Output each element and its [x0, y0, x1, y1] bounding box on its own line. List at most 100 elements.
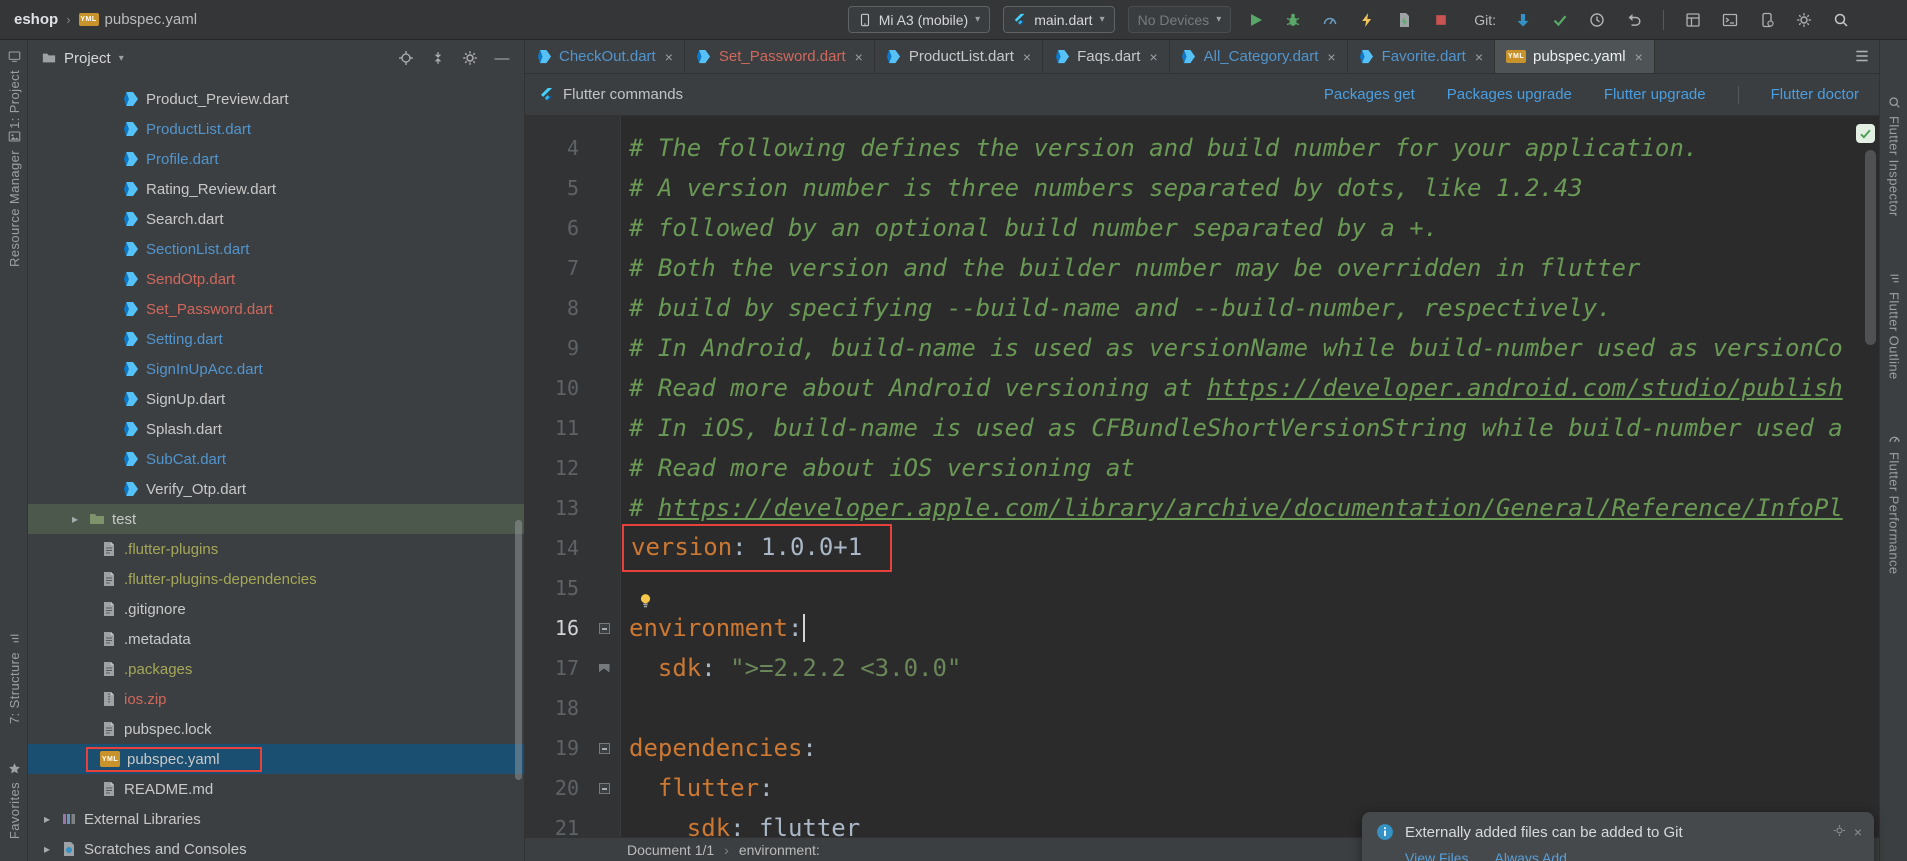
rollback-button[interactable]: [1622, 8, 1646, 32]
breadcrumb-project[interactable]: eshop: [14, 11, 58, 28]
comment-hyperlink[interactable]: https://developer.android.com/studio/pub…: [1207, 374, 1843, 402]
editor-line-6[interactable]: 6# followed by an optional build number …: [525, 208, 1865, 248]
sdk-manager-button[interactable]: [1792, 8, 1816, 32]
tab-checkout-dart[interactable]: CheckOut.dart×: [525, 40, 685, 73]
fold-end-icon[interactable]: [599, 664, 610, 673]
profile-button[interactable]: [1318, 8, 1342, 32]
tab-productlist-dart[interactable]: ProductList.dart×: [875, 40, 1043, 73]
tree-item-rating-review-dart[interactable]: Rating_Review.dart: [28, 174, 524, 204]
hot-reload-button[interactable]: [1355, 8, 1379, 32]
fold-open-icon[interactable]: [599, 783, 610, 794]
packages-get-link[interactable]: Packages get: [1324, 86, 1415, 103]
editor-line-20[interactable]: 20 flutter:: [525, 768, 1865, 808]
close-icon[interactable]: ×: [1635, 49, 1643, 65]
close-icon[interactable]: ×: [1327, 49, 1335, 65]
device-selector[interactable]: Mi A3 (mobile) ▾: [848, 6, 991, 33]
editor-line-14[interactable]: 14version: 1.0.0+1: [525, 528, 1865, 568]
editor-line-4[interactable]: 4# The following defines the version and…: [525, 128, 1865, 168]
tab-all-category-dart[interactable]: All_Category.dart×: [1170, 40, 1348, 73]
tree-item-gitignore[interactable]: .gitignore: [28, 594, 524, 624]
collapse-all-button[interactable]: [426, 46, 450, 70]
run-config-selector[interactable]: main.dart ▾: [1003, 6, 1114, 33]
tree-item-test[interactable]: ▸test: [28, 504, 524, 534]
tree-item-metadata[interactable]: .metadata: [28, 624, 524, 654]
history-button[interactable]: [1585, 8, 1609, 32]
editor-line-10[interactable]: 10# Read more about Android versioning a…: [525, 368, 1865, 408]
chevron-down-icon[interactable]: ▾: [119, 53, 124, 64]
editor-line-17[interactable]: 17 sdk: ">=2.2.2 <3.0.0": [525, 648, 1865, 688]
tree-item-ios-zip[interactable]: ios.zip: [28, 684, 524, 714]
notification-link-view-files[interactable]: View Files: [1405, 850, 1469, 861]
notification-link-always-add[interactable]: Always Add: [1495, 850, 1567, 861]
editor-line-16[interactable]: 16environment:: [525, 608, 1865, 648]
notification-settings-gear-icon[interactable]: [1833, 824, 1846, 837]
breadcrumb-element[interactable]: environment:: [739, 842, 820, 858]
debug-button[interactable]: [1281, 8, 1305, 32]
tree-item-profile-dart[interactable]: Profile.dart: [28, 144, 524, 174]
tree-item-search-dart[interactable]: Search.dart: [28, 204, 524, 234]
close-icon[interactable]: ×: [665, 49, 673, 65]
tool-button-7-structure[interactable]: 7: Structure: [0, 632, 28, 724]
tree-item-readme-md[interactable]: README.md: [28, 774, 524, 804]
packages-upgrade-link[interactable]: Packages upgrade: [1447, 86, 1572, 103]
tree-item-external-libraries[interactable]: ▸External Libraries: [28, 804, 524, 834]
tree-item-packages[interactable]: .packages: [28, 654, 524, 684]
editor-line-15[interactable]: 15: [525, 568, 1865, 608]
tree-item-setting-dart[interactable]: Setting.dart: [28, 324, 524, 354]
fold-open-icon[interactable]: [599, 623, 610, 634]
locate-file-button[interactable]: [394, 46, 418, 70]
terminal-button[interactable]: [1718, 8, 1742, 32]
git-update-button[interactable]: [1511, 8, 1535, 32]
tree-item-flutter-plugins[interactable]: .flutter-plugins: [28, 534, 524, 564]
close-icon[interactable]: ×: [1149, 49, 1157, 65]
project-structure-button[interactable]: [1681, 8, 1705, 32]
editor-line-8[interactable]: 8# build by specifying --build-name and …: [525, 288, 1865, 328]
editor-line-13[interactable]: 13# https://developer.apple.com/library/…: [525, 488, 1865, 528]
tab-set-password-dart[interactable]: Set_Password.dart×: [685, 40, 875, 73]
tree-item-set-password-dart[interactable]: Set_Password.dart: [28, 294, 524, 324]
editor-line-7[interactable]: 7# Both the version and the builder numb…: [525, 248, 1865, 288]
search-everywhere-button[interactable]: [1829, 8, 1853, 32]
tool-button-favorites[interactable]: Favorites: [0, 762, 28, 839]
fold-open-icon[interactable]: [599, 743, 610, 754]
editor-line-12[interactable]: 12# Read more about iOS versioning at: [525, 448, 1865, 488]
hidden-tabs-menu-icon[interactable]: [1853, 47, 1871, 65]
tree-item-sectionlist-dart[interactable]: SectionList.dart: [28, 234, 524, 264]
editor-scrollbar[interactable]: [1865, 150, 1876, 345]
tool-button-1-project[interactable]: 1: Project: [0, 50, 28, 129]
flutter-device-selector[interactable]: No Devices ▾: [1128, 6, 1232, 33]
editor-line-11[interactable]: 11# In iOS, build-name is used as CFBund…: [525, 408, 1865, 448]
tree-item-flutter-plugins-dependencies[interactable]: .flutter-plugins-dependencies: [28, 564, 524, 594]
tree-item-signinupacc-dart[interactable]: SignInUpAcc.dart: [28, 354, 524, 384]
editor-line-19[interactable]: 19dependencies:: [525, 728, 1865, 768]
project-tree-scrollbar[interactable]: [515, 520, 522, 780]
editor-line-5[interactable]: 5# A version number is three numbers sep…: [525, 168, 1865, 208]
intention-bulb-icon[interactable]: [637, 581, 654, 598]
run-button[interactable]: [1244, 8, 1268, 32]
tree-item-splash-dart[interactable]: Splash.dart: [28, 414, 524, 444]
hot-restart-button[interactable]: [1392, 8, 1416, 32]
tool-button-flutter-performance[interactable]: Flutter Performance: [1880, 432, 1907, 574]
tree-item-scratches-and-consoles[interactable]: ▸Scratches and Consoles: [28, 834, 524, 861]
tree-item-productlist-dart[interactable]: ProductList.dart: [28, 114, 524, 144]
settings-gear-icon[interactable]: [458, 46, 482, 70]
notification-close-icon[interactable]: ×: [1854, 824, 1862, 840]
tool-button-flutter-inspector[interactable]: Flutter Inspector: [1880, 96, 1907, 217]
hide-panel-button[interactable]: —: [490, 46, 514, 70]
flutter-doctor-link[interactable]: Flutter doctor: [1771, 86, 1859, 103]
editor-content[interactable]: 4# The following defines the version and…: [525, 128, 1865, 837]
tree-item-verify-otp-dart[interactable]: Verify_Otp.dart: [28, 474, 524, 504]
tree-item-product-preview-dart[interactable]: Product_Preview.dart: [28, 84, 524, 114]
tree-item-pubspec-lock[interactable]: pubspec.lock: [28, 714, 524, 744]
tool-button-flutter-outline[interactable]: Flutter Outline: [1880, 272, 1907, 380]
git-commit-button[interactable]: [1548, 8, 1572, 32]
tree-item-signup-dart[interactable]: SignUp.dart: [28, 384, 524, 414]
tree-item-subcat-dart[interactable]: SubCat.dart: [28, 444, 524, 474]
close-icon[interactable]: ×: [855, 49, 863, 65]
comment-hyperlink[interactable]: https://developer.apple.com/library/arch…: [658, 494, 1843, 522]
close-icon[interactable]: ×: [1023, 49, 1031, 65]
project-panel-title[interactable]: Project: [64, 50, 111, 67]
editor-line-18[interactable]: 18: [525, 688, 1865, 728]
tree-item-pubspec-yaml[interactable]: YMLpubspec.yaml: [28, 744, 524, 774]
device-manager-button[interactable]: [1755, 8, 1779, 32]
